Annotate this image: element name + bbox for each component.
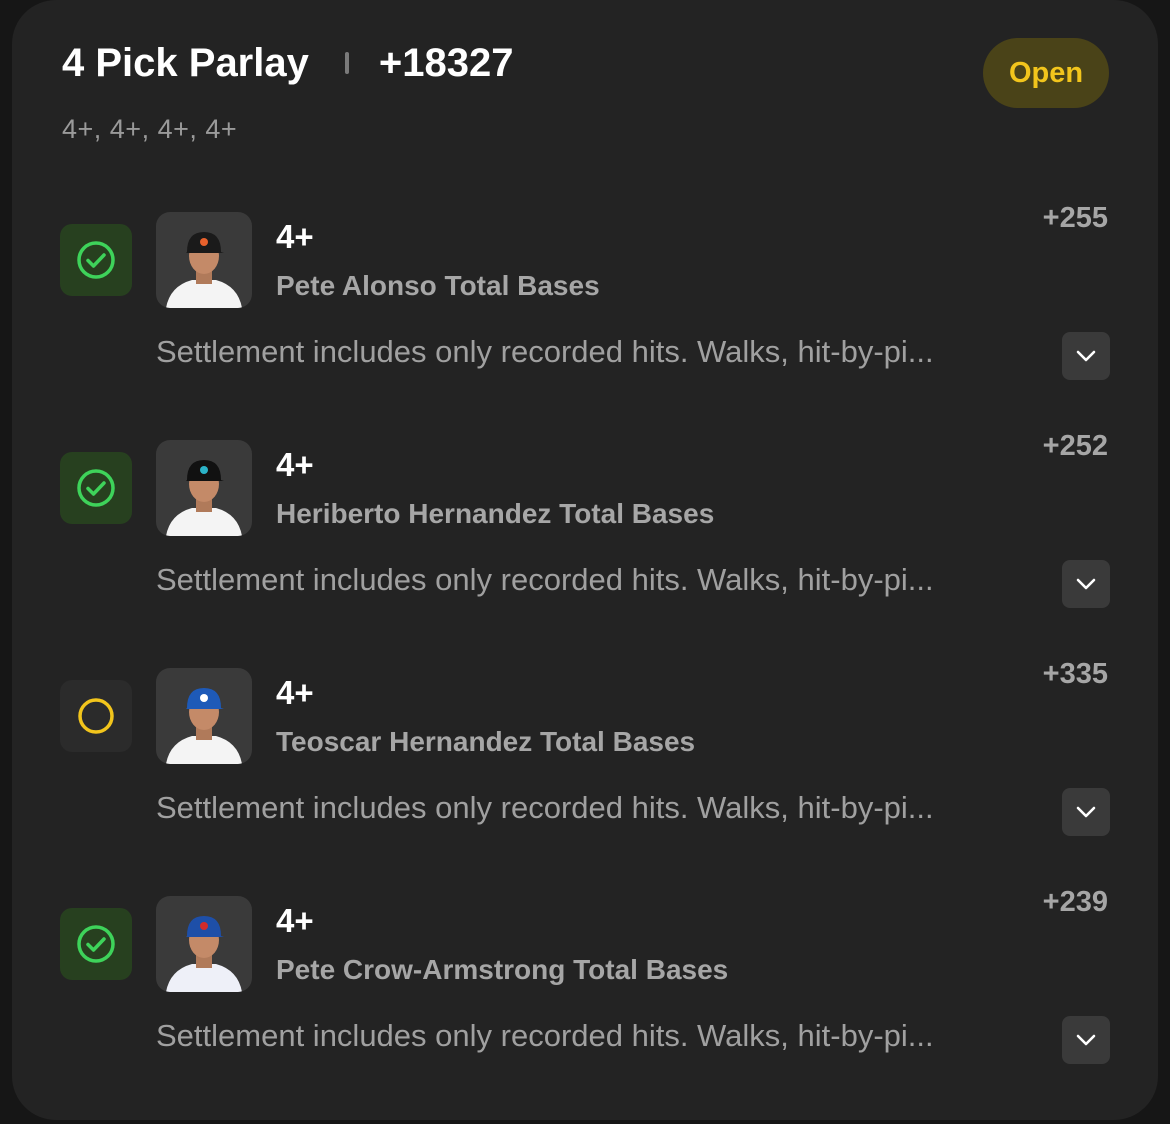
leg-odds: +239 — [1042, 886, 1108, 918]
parlay-card: 4 Pick Parlay +18327 Open 4+, 4+, 4+, 4+… — [12, 0, 1158, 1120]
check-circle-icon — [77, 469, 115, 507]
player-market: Pete Crow-Armstrong Total Bases — [276, 954, 729, 985]
settlement-text: Settlement includes only recorded hits. … — [156, 790, 934, 825]
parlay-odds: +18327 — [378, 40, 514, 85]
parlay-title: 4 Pick Parlay — [62, 40, 309, 85]
line-value: 4+ — [276, 218, 314, 255]
leg-odds: +252 — [1042, 430, 1108, 462]
line-value: 4+ — [276, 674, 314, 711]
leg-odds: +255 — [1042, 202, 1108, 234]
parlay-leg-4[interactable]: 4+ Pete Crow-Armstrong Total Bases +239 … — [12, 886, 1158, 1124]
parlay-leg-1[interactable]: 4+ Pete Alonso Total Bases +255 Settleme… — [12, 202, 1158, 440]
parlay-leg-2[interactable]: 4+ Heriberto Hernandez Total Bases +252 … — [12, 430, 1158, 668]
player-headshot — [166, 916, 242, 992]
player-avatar — [156, 440, 252, 536]
check-circle-icon — [77, 925, 115, 963]
check-circle-icon — [77, 241, 115, 279]
status-badge: Open — [983, 38, 1109, 108]
player-market: Heriberto Hernandez Total Bases — [276, 498, 715, 529]
player-headshot — [166, 688, 242, 764]
chevron-down-icon — [1076, 578, 1096, 590]
leg-status — [60, 908, 132, 980]
player-avatar — [156, 896, 252, 992]
chevron-down-icon — [1076, 806, 1096, 818]
player-market: Pete Alonso Total Bases — [276, 270, 600, 301]
player-avatar — [156, 212, 252, 308]
leg-status — [60, 224, 132, 296]
empty-circle-icon — [78, 698, 114, 734]
player-headshot — [166, 232, 242, 308]
parlay-leg-3[interactable]: 4+ Teoscar Hernandez Total Bases +335 Se… — [12, 658, 1158, 896]
line-value: 4+ — [276, 902, 314, 939]
settlement-text: Settlement includes only recorded hits. … — [156, 562, 934, 597]
player-avatar — [156, 668, 252, 764]
expand-button[interactable] — [1062, 560, 1110, 608]
player-headshot — [166, 460, 242, 536]
chevron-down-icon — [1076, 1034, 1096, 1046]
parlay-subtitle: 4+, 4+, 4+, 4+ — [62, 114, 238, 144]
parlay-header: 4 Pick Parlay +18327 — [62, 38, 513, 88]
expand-button[interactable] — [1062, 1016, 1110, 1064]
settlement-text: Settlement includes only recorded hits. … — [156, 334, 934, 369]
settlement-text: Settlement includes only recorded hits. … — [156, 1018, 934, 1053]
chevron-down-icon — [1076, 350, 1096, 362]
expand-button[interactable] — [1062, 332, 1110, 380]
player-market: Teoscar Hernandez Total Bases — [276, 726, 696, 757]
line-value: 4+ — [276, 446, 314, 483]
leg-status — [60, 680, 132, 752]
title-divider — [344, 52, 349, 74]
leg-status — [60, 452, 132, 524]
expand-button[interactable] — [1062, 788, 1110, 836]
leg-odds: +335 — [1042, 658, 1108, 690]
